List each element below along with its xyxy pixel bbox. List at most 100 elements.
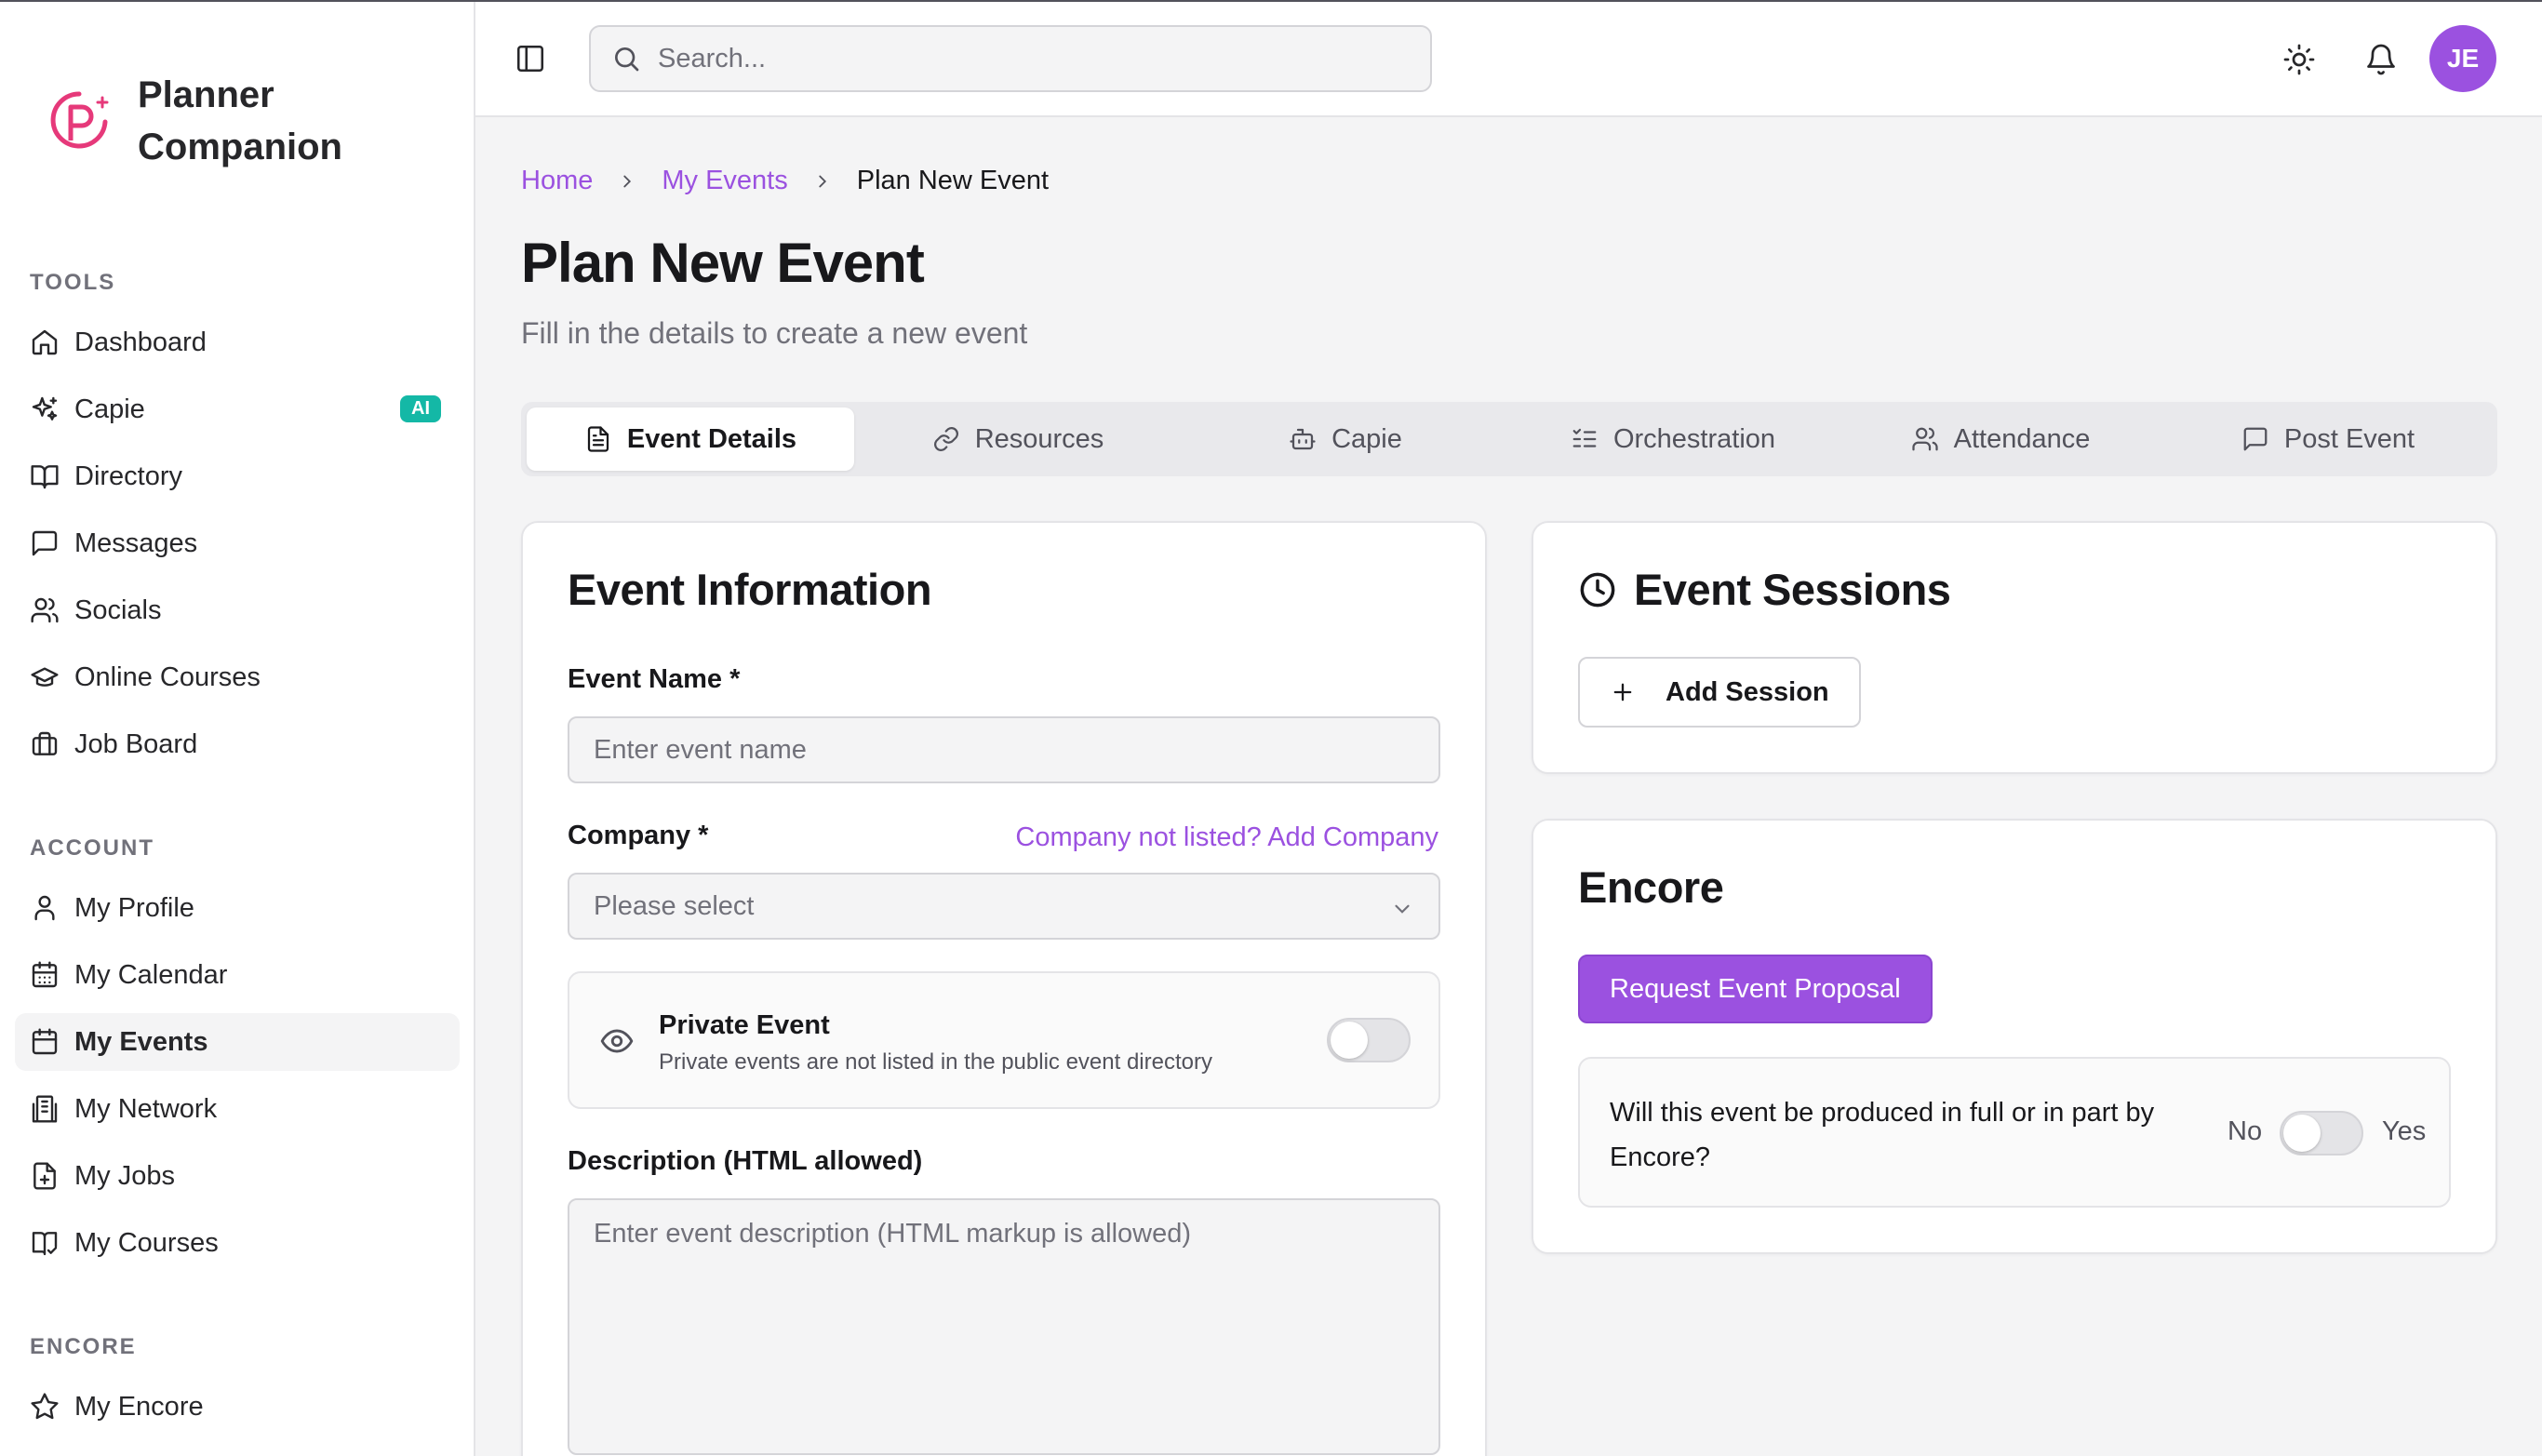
graduation-cap-icon: [31, 667, 59, 687]
users-icon: [31, 597, 59, 623]
page-title: Plan New Event: [521, 232, 925, 294]
breadcrumb: Home My Events Plan New Event: [521, 166, 1049, 196]
private-event-toggle[interactable]: [1327, 1018, 1411, 1062]
sidebar-item-label: My Network: [74, 1093, 218, 1124]
sun-icon[interactable]: [2282, 43, 2316, 76]
encore-produced-toggle[interactable]: [2280, 1111, 2363, 1155]
sidebar-item-label: Messages: [74, 528, 198, 558]
section-encore: ENCORE: [30, 1334, 137, 1359]
event-sessions-heading: Event Sessions: [1578, 564, 1951, 615]
tab-orchestration[interactable]: Orchestration: [1509, 407, 1837, 471]
tab-label: Post Event: [2283, 423, 2415, 454]
event-information-card: Event Information Event Name * Company *…: [521, 521, 1487, 1456]
chevron-right-icon: [623, 175, 632, 187]
brand[interactable]: Planner Companion: [47, 69, 380, 173]
event-information-title: Event Information: [568, 565, 932, 614]
sparkles-icon: [32, 396, 58, 421]
encore-card: Encore Request Event Proposal Will this …: [1532, 819, 2497, 1254]
description-label: Description (HTML allowed): [568, 1146, 923, 1176]
link-icon: [933, 427, 958, 451]
sidebar-item-my-calendar[interactable]: My Calendar: [15, 946, 460, 1004]
encore-yes-label: Yes: [2382, 1116, 2427, 1146]
sidebar-item-dashboard[interactable]: Dashboard: [15, 314, 460, 371]
user-avatar[interactable]: JE: [2429, 25, 2496, 92]
private-event-title: Private Event: [659, 1010, 830, 1040]
calendar-icon: [32, 1028, 58, 1055]
breadcrumb-my-events[interactable]: My Events: [662, 166, 787, 196]
search-icon: [615, 47, 639, 72]
chevron-down-icon: [1395, 904, 1410, 914]
private-event-description: Private events are not listed in the pub…: [659, 1049, 1212, 1075]
sidebar-item-my-encore[interactable]: My Encore: [15, 1378, 460, 1436]
ai-badge: AI: [400, 395, 441, 422]
encore-question: Will this event be produced in full or i…: [1610, 1098, 2155, 1172]
search-input[interactable]: [658, 43, 1421, 74]
tab-label: Event Details: [626, 423, 797, 454]
sidebar-item-label: Directory: [74, 461, 183, 491]
event-sessions-card: Event Sessions Add Session: [1532, 521, 2497, 774]
bot-icon: [1290, 428, 1316, 450]
encore-no-label: No: [2228, 1116, 2263, 1146]
encore-question-box: Will this event be produced in full or i…: [1578, 1057, 2451, 1208]
sidebar-item-my-network[interactable]: My Network: [15, 1080, 460, 1138]
users-icon: [1912, 427, 1938, 451]
section-account: ACCOUNT: [30, 835, 154, 861]
sidebar-item-my-courses[interactable]: My Courses: [15, 1214, 460, 1272]
sidebar-item-label: My Courses: [74, 1227, 219, 1258]
event-tabs: Event Details Resources Capie Orchestrat…: [521, 402, 2497, 476]
toggle-knob: [1331, 1022, 1368, 1059]
app-name: Planner Companion: [138, 74, 342, 167]
list-checks-icon: [1572, 428, 1597, 447]
briefcase-icon: [32, 731, 58, 755]
tab-post-event[interactable]: Post Event: [2164, 407, 2492, 471]
sidebar-item-capie[interactable]: Capie AI: [15, 381, 460, 438]
breadcrumb-home[interactable]: Home: [521, 166, 593, 196]
toggle-knob: [2283, 1115, 2321, 1152]
sidebar-item-socials[interactable]: Socials: [15, 581, 460, 639]
sidebar-item-label: My Events: [74, 1026, 208, 1057]
sidebar-item-label: Dashboard: [74, 327, 207, 357]
breadcrumb-current: Plan New Event: [856, 166, 1050, 195]
planner-logo-icon: [50, 91, 109, 149]
encore-title: Encore: [1578, 862, 1724, 912]
sidebar-item-my-jobs[interactable]: My Jobs: [15, 1147, 460, 1205]
request-event-proposal-button[interactable]: Request Event Proposal: [1578, 955, 1933, 1023]
event-name-input[interactable]: [568, 716, 1440, 783]
sidebar-item-label: Online Courses: [74, 661, 261, 692]
add-session-button[interactable]: Add Session: [1578, 657, 1861, 728]
file-plus-icon: [33, 1162, 56, 1190]
bell-icon[interactable]: [2364, 43, 2398, 76]
chevron-right-icon: [819, 175, 826, 187]
book-check-icon: [32, 1232, 58, 1256]
tab-event-details[interactable]: Event Details: [527, 407, 854, 471]
company-select[interactable]: Please select: [568, 873, 1440, 940]
sidebar-item-messages[interactable]: Messages: [15, 514, 460, 572]
sidebar-item-my-profile[interactable]: My Profile: [15, 879, 460, 937]
sidebar-item-my-events[interactable]: My Events: [15, 1013, 460, 1071]
sidebar-item-online-courses[interactable]: Online Courses: [15, 648, 460, 706]
sidebar-item-job-board[interactable]: Job Board: [15, 715, 460, 773]
star-icon: [31, 1393, 59, 1420]
tab-attendance[interactable]: Attendance: [1837, 407, 2164, 471]
section-tools: TOOLS: [30, 270, 116, 295]
top-header: JE: [475, 2, 2542, 117]
sidebar-item-label: My Profile: [74, 892, 194, 923]
eye-icon: [600, 1029, 634, 1053]
add-company-link[interactable]: Company not listed? Add Company: [1015, 822, 1438, 853]
file-text-icon: [587, 426, 609, 452]
tab-label: Attendance: [1953, 423, 2091, 454]
sidebar-item-label: My Calendar: [74, 959, 228, 990]
sidebar-toggle-icon[interactable]: [515, 43, 546, 74]
sidebar-item-label: My Encore: [74, 1391, 204, 1422]
search-box[interactable]: [589, 25, 1432, 92]
plus-icon: [1613, 683, 1632, 701]
sidebar-item-directory[interactable]: Directory: [15, 447, 460, 505]
tab-resources[interactable]: Resources: [854, 407, 1182, 471]
home-icon: [32, 329, 58, 355]
sidebar-item-label: My Jobs: [74, 1160, 175, 1191]
tab-capie[interactable]: Capie: [1182, 407, 1509, 471]
description-textarea[interactable]: [568, 1198, 1440, 1455]
message-square-icon: [2243, 427, 2268, 451]
company-label: Company *: [568, 821, 709, 850]
add-session-label: Add Session: [1666, 676, 1829, 707]
